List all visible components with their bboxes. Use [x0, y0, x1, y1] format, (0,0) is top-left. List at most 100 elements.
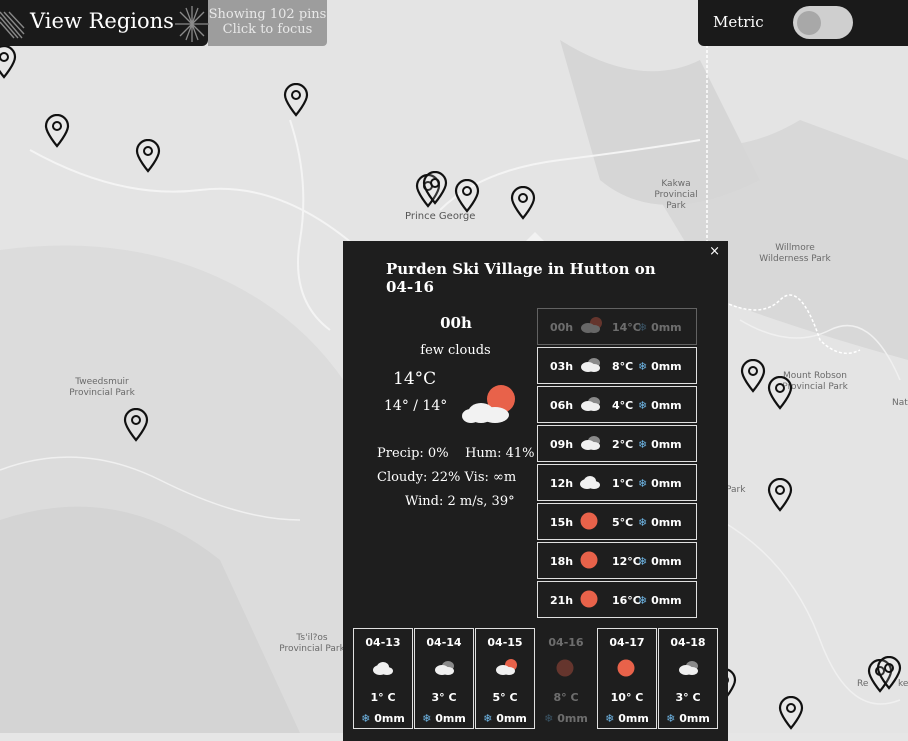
map-label-nat: Nat [892, 398, 908, 408]
clouds-icon [579, 394, 603, 415]
snowflake-icon: ❄ [638, 477, 648, 490]
hourly-row[interactable]: 06h 4°C ❄ 0mm [537, 386, 697, 423]
daily-column[interactable]: 04-14 3° C ❄ 0mm [414, 628, 474, 729]
current-temp-range: 14° / 14° [384, 398, 448, 414]
hourly-temp: 5°C [612, 516, 634, 529]
daily-precip: ❄ 0mm [415, 712, 473, 725]
daily-temp: 5° C [492, 691, 518, 704]
clear-icon [579, 550, 599, 573]
snowflake-icon: ❄ [422, 712, 432, 725]
daily-precip: ❄ 0mm [598, 712, 656, 725]
hourly-forecast: 00h 14°C ❄ 0mm 03h 8°C ❄ 0mm 06h 4°C ❄ 0mm 09h 2°C… [537, 308, 697, 620]
snowflake-icon: ❄ [638, 321, 648, 334]
clear-icon [616, 658, 636, 681]
daily-precip-value: 0mm [618, 712, 649, 725]
popup-title: Purden Ski Village in Hutton on 04-16 [386, 260, 656, 296]
cloud-icon [372, 658, 396, 679]
precip-humidity: Precip: 0% Hum: 41% [377, 446, 535, 461]
current-time: 00h [440, 314, 472, 332]
hourly-precip-value: 0mm [651, 438, 682, 451]
logo-left-icon [0, 11, 25, 39]
hourly-row[interactable]: 12h 1°C ❄ 0mm [537, 464, 697, 501]
daily-column[interactable]: 04-17 10° C ❄ 0mm [597, 628, 657, 729]
hourly-row[interactable]: 03h 8°C ❄ 0mm [537, 347, 697, 384]
focus-instruction-text: Click to focus [222, 22, 313, 37]
daily-column[interactable]: 04-15 5° C ❄ 0mm [475, 628, 535, 729]
daily-date: 04-16 [548, 636, 584, 649]
header-bar: View Regions [0, 0, 209, 46]
daily-precip: ❄ 0mm [537, 712, 595, 725]
hourly-temp: 14°C [612, 321, 641, 334]
current-description: few clouds [420, 343, 491, 358]
hourly-precip-value: 0mm [651, 516, 682, 529]
daily-precip-value: 0mm [374, 712, 405, 725]
map-pin-icon[interactable] [509, 186, 537, 220]
daily-precip: ❄ 0mm [659, 712, 717, 725]
hourly-precip-value: 0mm [651, 321, 682, 334]
hourly-precip: ❄ 0mm [638, 438, 682, 451]
hourly-precip: ❄ 0mm [638, 360, 682, 373]
page-title[interactable]: View Regions [30, 9, 174, 33]
hourly-time: 09h [550, 438, 574, 451]
hourly-row[interactable]: 15h 5°C ❄ 0mm [537, 503, 697, 540]
clear-icon [579, 589, 599, 612]
map-pin-icon[interactable] [122, 408, 150, 442]
popup-pointer [526, 232, 544, 241]
hourly-time: 18h [550, 555, 574, 568]
hourly-time: 06h [550, 399, 574, 412]
daily-precip: ❄ 0mm [476, 712, 534, 725]
hourly-temp: 4°C [612, 399, 634, 412]
focus-hint[interactable]: Showing 102 pins Click to focus [208, 0, 327, 46]
map-label-tweedsmuir: Tweedsmuir Provincial Park [69, 377, 135, 398]
map-pin-icon[interactable] [766, 478, 794, 512]
few-clouds-icon [579, 316, 603, 337]
snowflake-icon: ❄ [638, 438, 648, 451]
snowflake-icon: ❄ [483, 712, 493, 725]
clear-icon [579, 511, 599, 534]
wind: Wind: 2 m/s, 39° [405, 494, 515, 509]
hourly-row[interactable]: 00h 14°C ❄ 0mm [537, 308, 697, 345]
hourly-time: 15h [550, 516, 574, 529]
close-button[interactable]: × [709, 244, 720, 259]
daily-date: 04-17 [609, 636, 645, 649]
map-pin-icon[interactable] [453, 179, 481, 213]
daily-column[interactable]: 04-13 1° C ❄ 0mm [353, 628, 413, 729]
snowflake-icon: ❄ [544, 712, 554, 725]
weather-popup: × Purden Ski Village in Hutton on 04-16 … [343, 241, 728, 741]
map-pin-icon[interactable] [43, 114, 71, 148]
map-pin-icon[interactable] [739, 359, 767, 393]
map-pin-icon[interactable] [777, 696, 805, 730]
map-pin-icon[interactable] [875, 656, 903, 690]
hourly-row[interactable]: 21h 16°C ❄ 0mm [537, 581, 697, 618]
hourly-time: 00h [550, 321, 574, 334]
hourly-precip-value: 0mm [651, 594, 682, 607]
hourly-time: 21h [550, 594, 574, 607]
pin-count-text: Showing 102 pins [208, 7, 327, 22]
hourly-precip: ❄ 0mm [638, 477, 682, 490]
daily-date: 04-18 [670, 636, 706, 649]
snowflake-icon: ❄ [638, 594, 648, 607]
map-pin-icon[interactable] [134, 139, 162, 173]
metric-toggle[interactable] [793, 6, 853, 39]
map-pin-icon[interactable] [766, 376, 794, 410]
daily-column[interactable]: 04-16 8° C ❄ 0mm [536, 628, 596, 729]
hourly-precip: ❄ 0mm [638, 594, 682, 607]
map-pin-icon[interactable] [0, 45, 18, 79]
daily-temp: 3° C [431, 691, 457, 704]
snowflake-icon: ❄ [638, 516, 648, 529]
daily-temp: 3° C [675, 691, 701, 704]
hourly-row[interactable]: 09h 2°C ❄ 0mm [537, 425, 697, 462]
units-label: Metric [713, 13, 764, 31]
map-label-kakwa: Kakwa Provincial Park [654, 179, 698, 211]
hourly-precip-value: 0mm [651, 555, 682, 568]
map-pin-icon[interactable] [282, 83, 310, 117]
map-pin-icon[interactable] [421, 171, 449, 205]
hourly-precip: ❄ 0mm [638, 321, 682, 334]
hourly-row[interactable]: 18h 12°C ❄ 0mm [537, 542, 697, 579]
cloud-icon [579, 472, 603, 493]
clouds-icon [433, 658, 457, 679]
hourly-temp: 1°C [612, 477, 634, 490]
snowflake-icon: ❄ [605, 712, 615, 725]
snowflake-icon: ❄ [666, 712, 676, 725]
daily-column[interactable]: 04-18 3° C ❄ 0mm [658, 628, 718, 729]
